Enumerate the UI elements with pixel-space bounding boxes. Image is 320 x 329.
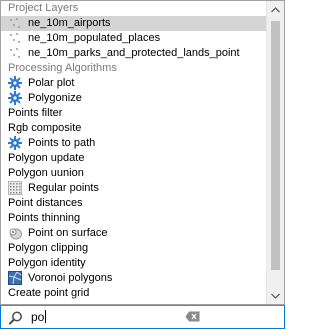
grid-icon	[8, 181, 22, 195]
algorithm-item-create-point-grid[interactable]: Create point grid	[1, 286, 267, 301]
chevron-up-icon	[271, 6, 280, 12]
result-item-label: ne_10m_airports	[28, 17, 111, 29]
algorithm-item-label: Regular points	[28, 182, 99, 194]
point-layer-icon	[8, 16, 22, 30]
search-input[interactable]: po	[31, 310, 47, 324]
algorithm-item-points-to-path[interactable]: Points to path	[1, 136, 267, 151]
algorithm-item-label: Polygon update	[8, 152, 85, 164]
algorithm-item-label: Points filter	[8, 107, 63, 119]
locator-search-bar[interactable]: po	[0, 305, 285, 329]
result-item-label: ne_10m_populated_places	[28, 32, 161, 44]
algorithm-item-points-filter[interactable]: Points filter	[1, 106, 267, 121]
algorithm-item-point-distances[interactable]: Point distances	[1, 196, 267, 211]
algorithm-item-label: Voronoi polygons	[28, 272, 113, 284]
gear-icon	[8, 91, 22, 105]
point-on-surface-icon	[8, 226, 22, 240]
result-item-label: ne_10m_parks_and_protected_lands_point	[28, 47, 240, 59]
algorithm-item-label: Polar plot	[28, 77, 75, 89]
algorithm-item-label: Points to path	[28, 137, 96, 149]
text-caret	[45, 310, 47, 323]
gear-icon	[8, 136, 22, 150]
algorithm-item-label: Polygonize	[28, 92, 82, 104]
result-item-airports[interactable]: ne_10m_airports	[1, 16, 267, 31]
clear-search-icon[interactable]	[185, 311, 200, 325]
section-header-label: Processing Algorithms	[8, 62, 117, 74]
algorithm-item-label: Polygon identity	[8, 257, 86, 269]
search-input-text: po	[31, 310, 45, 324]
scroll-up-button[interactable]	[267, 1, 284, 18]
algorithm-item-label: Points thinning	[8, 212, 81, 224]
algorithm-item-polygon-clipping[interactable]: Polygon clipping	[1, 241, 267, 256]
point-layer-icon	[8, 46, 22, 60]
algorithm-item-label: Create point grid	[8, 287, 90, 299]
gear-icon	[8, 76, 22, 90]
section-header-project-layers: Project Layers	[1, 1, 267, 16]
algorithm-item-point-on-surface[interactable]: Point on surface	[1, 226, 267, 241]
algorithm-item-label: Polygon clipping	[8, 242, 89, 254]
algorithm-item-polygon-identity[interactable]: Polygon identity	[1, 256, 267, 271]
chevron-down-icon	[271, 293, 280, 299]
algorithm-item-polygon-uunion[interactable]: Polygon uunion	[1, 166, 267, 181]
section-header-label: Project Layers	[8, 2, 79, 14]
algorithm-item-label: Polygon uunion	[8, 167, 84, 179]
algorithm-item-label: Point on surface	[28, 227, 108, 239]
scrollbar-thumb[interactable]	[271, 21, 280, 270]
algorithm-item-polar-plot[interactable]: Polar plot	[1, 76, 267, 91]
algorithm-item-regular-points[interactable]: Regular points	[1, 181, 267, 196]
voronoi-icon	[8, 271, 22, 285]
results-list: Project Layers ne_10m_airports ne_10m_po…	[1, 1, 267, 301]
algorithm-item-polygonize[interactable]: Polygonize	[1, 91, 267, 106]
result-item-parks-and-protected-lands[interactable]: ne_10m_parks_and_protected_lands_point	[1, 46, 267, 61]
section-header-processing-algorithms: Processing Algorithms	[1, 61, 267, 76]
point-layer-icon	[8, 31, 22, 45]
vertical-scrollbar[interactable]	[266, 1, 284, 304]
algorithm-item-voronoi-polygons[interactable]: Voronoi polygons	[1, 271, 267, 286]
search-icon	[9, 311, 23, 328]
algorithm-item-label: Rgb composite	[8, 122, 82, 134]
locator-results-panel: Project Layers ne_10m_airports ne_10m_po…	[0, 0, 285, 305]
algorithm-item-polygon-update[interactable]: Polygon update	[1, 151, 267, 166]
result-item-populated-places[interactable]: ne_10m_populated_places	[1, 31, 267, 46]
algorithm-item-points-thinning[interactable]: Points thinning	[1, 211, 267, 226]
algorithm-item-rgb-composite[interactable]: Rgb composite	[1, 121, 267, 136]
algorithm-item-label: Point distances	[8, 197, 83, 209]
scroll-down-button[interactable]	[267, 287, 284, 304]
